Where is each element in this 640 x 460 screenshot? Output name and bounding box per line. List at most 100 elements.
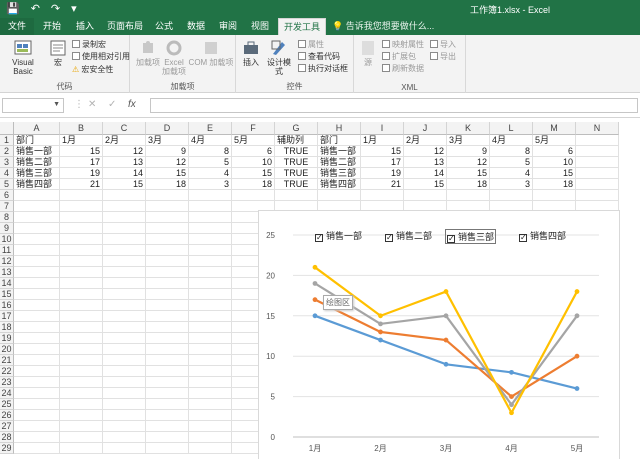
cell[interactable] [14,410,60,421]
cell[interactable] [361,190,404,201]
row-header[interactable]: 5 [0,179,14,190]
cell[interactable]: 部门 [318,135,361,146]
cell[interactable] [60,410,103,421]
view-code-button[interactable]: 查看代码 [298,52,340,62]
cell[interactable]: 4月 [490,135,533,146]
cell[interactable] [189,421,232,432]
visual-basic-button[interactable]: Visual Basic [2,39,44,76]
macro-security-button[interactable]: ⚠ 宏安全性 [72,65,113,75]
enter-icon[interactable]: ✓ [108,99,116,110]
tab-page-layout[interactable]: 页面布局 [103,18,147,35]
design-mode-button[interactable]: 设计模式 [264,39,294,76]
cell[interactable]: 销售一部 [318,146,361,157]
cell[interactable] [60,201,103,212]
cell[interactable] [60,355,103,366]
column-header[interactable]: M [533,122,576,135]
cell[interactable] [60,289,103,300]
cell[interactable]: 14 [103,168,146,179]
cell[interactable] [146,355,189,366]
cell[interactable]: 销售四部 [14,179,60,190]
row-header[interactable]: 4 [0,168,14,179]
cell[interactable]: 销售三部 [14,168,60,179]
cell[interactable]: 8 [490,146,533,157]
cell[interactable] [103,245,146,256]
cell[interactable] [103,311,146,322]
cell[interactable] [189,212,232,223]
cell[interactable] [189,267,232,278]
cell[interactable] [60,344,103,355]
cell[interactable] [14,245,60,256]
cell[interactable]: 4 [189,168,232,179]
cell[interactable] [60,377,103,388]
name-box[interactable]: ▼ [2,98,64,113]
column-header[interactable]: L [490,122,533,135]
cell[interactable]: 15 [404,179,447,190]
cell[interactable] [189,432,232,443]
cell[interactable]: 17 [60,157,103,168]
cell[interactable] [146,278,189,289]
cell[interactable] [404,190,447,201]
row-header[interactable]: 21 [0,355,14,366]
cell[interactable] [60,190,103,201]
cell[interactable] [60,278,103,289]
cell[interactable]: 5月 [232,135,275,146]
cell[interactable] [576,146,619,157]
cell[interactable] [14,333,60,344]
cell[interactable] [60,366,103,377]
cell[interactable] [447,190,490,201]
cell[interactable] [189,344,232,355]
legend-checkbox-3[interactable]: ✓ 销售三部 [445,229,497,244]
cell[interactable]: 13 [404,157,447,168]
cell[interactable] [60,333,103,344]
cell[interactable]: 4 [490,168,533,179]
legend-checkbox-1[interactable]: ✓ 销售一部 [315,229,362,242]
cell[interactable] [103,256,146,267]
cell[interactable] [232,190,275,201]
properties-button[interactable]: 属性 [298,40,324,50]
relative-references-button[interactable]: 使用相对引用 [72,52,130,62]
cell[interactable]: 2月 [103,135,146,146]
cell[interactable]: 9 [447,146,490,157]
cell[interactable] [189,399,232,410]
row-header[interactable]: 27 [0,421,14,432]
cell[interactable] [146,267,189,278]
tab-data[interactable]: 数据 [182,18,210,35]
cell[interactable]: 6 [533,146,576,157]
cell[interactable] [576,157,619,168]
legend-checkbox-4[interactable]: ✓ 销售四部 [519,229,566,242]
cell[interactable] [576,135,619,146]
cell[interactable] [14,190,60,201]
column-header[interactable]: E [189,122,232,135]
map-properties-button[interactable]: 映射属性 [382,40,424,50]
cell[interactable] [14,212,60,223]
column-header[interactable]: C [103,122,146,135]
cell[interactable]: 1月 [60,135,103,146]
row-header[interactable]: 16 [0,300,14,311]
cell[interactable] [146,245,189,256]
legend-checkbox-2[interactable]: ✓ 销售二部 [385,229,432,242]
column-header[interactable]: D [146,122,189,135]
row-header[interactable]: 23 [0,377,14,388]
column-header[interactable]: G [275,122,318,135]
tab-view[interactable]: 视图 [246,18,274,35]
cell[interactable] [189,355,232,366]
cell[interactable] [103,333,146,344]
save-icon[interactable]: 💾 [6,2,20,16]
cell[interactable] [146,190,189,201]
cell[interactable]: 8 [189,146,232,157]
cell[interactable] [103,377,146,388]
row-header[interactable]: 13 [0,267,14,278]
cell[interactable]: 15 [232,168,275,179]
row-header[interactable]: 6 [0,190,14,201]
cell[interactable] [60,223,103,234]
cell[interactable] [103,322,146,333]
cell[interactable] [189,322,232,333]
cell[interactable] [14,256,60,267]
cell[interactable] [14,399,60,410]
cell[interactable]: 19 [60,168,103,179]
tab-review[interactable]: 审阅 [214,18,242,35]
column-header[interactable]: I [361,122,404,135]
cell[interactable] [189,278,232,289]
cell[interactable] [103,421,146,432]
cell[interactable]: 10 [232,157,275,168]
